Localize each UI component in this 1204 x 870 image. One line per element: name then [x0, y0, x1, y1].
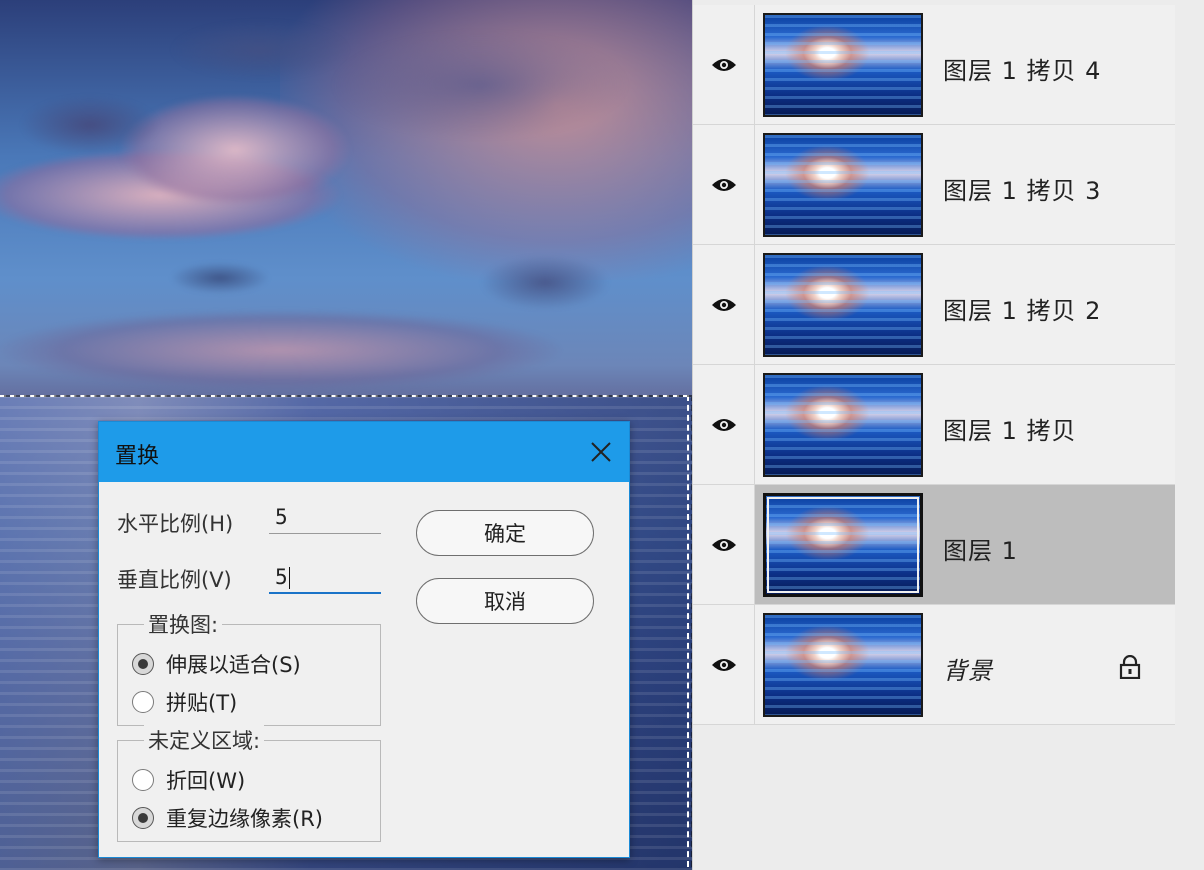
cloud	[480, 255, 610, 310]
layer-name[interactable]: 背景	[943, 651, 993, 686]
radio-dot	[132, 653, 154, 675]
layer-thumbnail[interactable]	[763, 253, 923, 357]
layer-row[interactable]: 背景	[693, 605, 1175, 725]
radio-label: 伸展以适合(S)	[166, 653, 301, 677]
horizontal-scale-value: 5	[275, 505, 288, 529]
displacement-map-group: 置换图: 伸展以适合(S) 拼贴(T)	[117, 609, 381, 726]
vertical-scale-input[interactable]: 5	[269, 562, 381, 594]
eye-icon	[711, 418, 736, 431]
visibility-toggle[interactable]	[693, 605, 755, 724]
displacement-map-title: 置换图:	[144, 609, 223, 639]
radio-label: 拼贴(T)	[166, 691, 238, 715]
repeat-edge-pixels-radio[interactable]: 重复边缘像素(R)	[132, 803, 323, 833]
layer-thumbnail[interactable]	[763, 133, 923, 237]
layer-name[interactable]: 图层 1 拷贝 4	[943, 51, 1101, 86]
cloud	[120, 95, 350, 205]
lock-icon[interactable]	[1119, 655, 1141, 679]
layer-name[interactable]: 图层 1 拷贝	[943, 411, 1077, 446]
layer-row-selected[interactable]: 图层 1	[693, 485, 1175, 605]
tile-radio[interactable]: 拼贴(T)	[132, 687, 237, 717]
ok-button[interactable]: 确定	[416, 510, 594, 556]
cloud	[170, 20, 350, 80]
undefined-areas-title: 未定义区域:	[144, 725, 265, 755]
visibility-toggle[interactable]	[693, 5, 755, 124]
wrap-around-radio[interactable]: 折回(W)	[132, 765, 245, 795]
radio-label: 折回(W)	[166, 769, 246, 793]
cloud	[20, 95, 160, 155]
layer-row[interactable]: 图层 1 拷贝 2	[693, 245, 1175, 365]
vertical-scale-label: 垂直比例(V)	[117, 568, 232, 592]
cancel-button[interactable]: 取消	[416, 578, 594, 624]
radio-dot	[132, 769, 154, 791]
dialog-title: 置换	[115, 444, 160, 469]
cloud	[0, 310, 560, 390]
eye-icon	[711, 178, 736, 191]
visibility-toggle[interactable]	[693, 365, 755, 484]
layer-row[interactable]: 图层 1 拷贝 4	[693, 5, 1175, 125]
radio-label: 重复边缘像素(R)	[166, 807, 323, 831]
layer-thumbnail[interactable]	[763, 493, 923, 597]
undefined-areas-group: 未定义区域: 折回(W) 重复边缘像素(R)	[117, 725, 381, 842]
close-icon	[591, 442, 611, 462]
layers-panel: 图层 1 拷贝 4 图层 1 拷贝 3 图层 1 拷贝 2 图层 1 拷贝 图层…	[692, 0, 1204, 870]
close-button[interactable]	[579, 430, 623, 474]
visibility-toggle[interactable]	[693, 245, 755, 364]
visibility-toggle[interactable]	[693, 125, 755, 244]
eye-icon	[711, 58, 736, 71]
displace-dialog: 置换 水平比例(H) 5 垂直比例(V) 5 确定 取消 置换图: 伸展以适合(…	[98, 421, 630, 858]
text-caret	[288, 567, 290, 589]
eye-icon	[711, 298, 736, 311]
vertical-scale-value: 5	[275, 565, 288, 589]
cloud	[170, 262, 270, 294]
layer-thumbnail[interactable]	[763, 373, 923, 477]
layer-row[interactable]: 图层 1 拷贝 3	[693, 125, 1175, 245]
radio-dot	[132, 807, 154, 829]
stretch-to-fit-radio[interactable]: 伸展以适合(S)	[132, 649, 301, 679]
horizontal-scale-label: 水平比例(H)	[117, 512, 234, 536]
radio-dot	[132, 691, 154, 713]
dialog-titlebar[interactable]: 置换	[99, 422, 629, 482]
layer-name[interactable]: 图层 1 拷贝 3	[943, 171, 1101, 206]
layer-row[interactable]: 图层 1 拷贝	[693, 365, 1175, 485]
layer-thumbnail[interactable]	[763, 13, 923, 117]
horizontal-scale-input[interactable]: 5	[269, 502, 381, 534]
layer-name[interactable]: 图层 1 拷贝 2	[943, 291, 1101, 326]
eye-icon	[711, 538, 736, 551]
layer-name[interactable]: 图层 1	[943, 531, 1018, 566]
eye-icon	[711, 658, 736, 671]
visibility-toggle[interactable]	[693, 485, 755, 604]
cloud	[330, 30, 630, 140]
layer-thumbnail[interactable]	[763, 613, 923, 717]
